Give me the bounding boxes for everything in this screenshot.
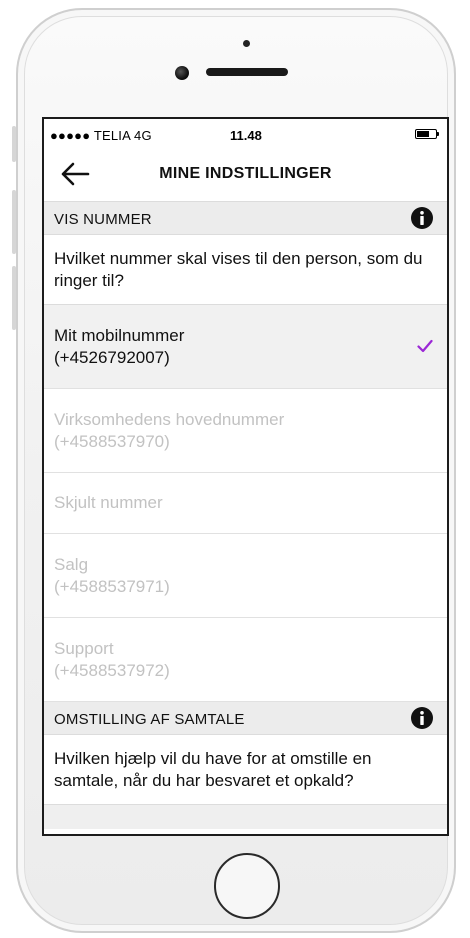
option-number: (+4526792007): [54, 347, 170, 367]
option-skjult-nummer[interactable]: Skjult nummer: [44, 473, 447, 534]
info-icon[interactable]: [411, 207, 433, 229]
volume-down-button: [12, 266, 16, 330]
option-label: Virksomhedens hovednummer: [54, 409, 285, 429]
option-number: (+4588537972): [54, 660, 170, 680]
info-icon[interactable]: [411, 707, 433, 729]
volume-up-button: [12, 190, 16, 254]
proximity-sensor: [243, 40, 250, 47]
app-screen: ●●●●● TELIA 4G 11.48 MINE INDSTILLINGER …: [42, 117, 449, 836]
option-mit-mobilnummer[interactable]: Mit mobilnummer (+4526792007): [44, 305, 447, 389]
option-salg[interactable]: Salg (+4588537971): [44, 534, 447, 618]
navigation-bar: MINE INDSTILLINGER: [44, 149, 447, 202]
option-label: Skjult nummer: [54, 493, 163, 512]
earpiece-speaker: [206, 68, 288, 76]
option-support[interactable]: Support (+4588537972): [44, 618, 447, 702]
front-camera: [175, 66, 189, 80]
option-label: Salg: [54, 554, 89, 574]
option-number: (+4588537970): [54, 431, 170, 451]
clock: 11.48: [230, 128, 262, 143]
carrier-label: ●●●●● TELIA 4G: [50, 128, 152, 143]
section-title: VIS NUMMER: [54, 211, 152, 228]
scroll-continuation: [44, 805, 447, 829]
battery-icon: [415, 129, 439, 139]
section-question: Hvilken hjælp vil du have for at omstill…: [44, 735, 447, 805]
section-header-omstilling: OMSTILLING AF SAMTALE: [44, 702, 447, 735]
section-header-vis-nummer: VIS NUMMER: [44, 202, 447, 235]
mute-switch: [12, 126, 16, 162]
checkmark-icon: [417, 339, 433, 353]
option-label: Mit mobilnummer: [54, 325, 185, 345]
option-virksomhedens-hovednummer[interactable]: Virksomhedens hovednummer (+4588537970): [44, 389, 447, 473]
home-button[interactable]: [214, 853, 280, 919]
status-bar: ●●●●● TELIA 4G 11.48: [44, 119, 447, 149]
option-number: (+4588537971): [54, 576, 170, 596]
option-label: Support: [54, 638, 114, 658]
section-question: Hvilket nummer skal vises til den person…: [44, 235, 447, 305]
page-title: MINE INDSTILLINGER: [159, 165, 332, 182]
section-title: OMSTILLING AF SAMTALE: [54, 711, 245, 728]
